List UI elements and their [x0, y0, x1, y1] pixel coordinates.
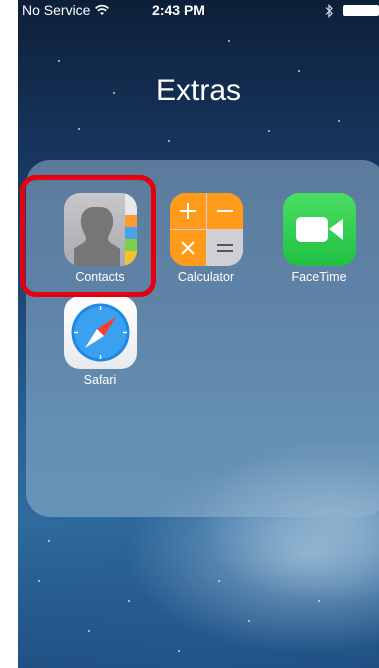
- contacts-icon: [63, 193, 137, 266]
- folder-panel: Contacts Calculator FaceTime Safari: [26, 160, 379, 517]
- app-label-safari: Safari: [83, 373, 117, 387]
- bluetooth-icon: [325, 4, 333, 18]
- clock: 2:43 PM: [152, 2, 205, 18]
- app-label-facetime: FaceTime: [291, 270, 347, 284]
- app-label-calculator: Calculator: [177, 270, 235, 284]
- folder-title[interactable]: Extras: [18, 74, 379, 108]
- app-calculator[interactable]: Calculator: [156, 193, 256, 284]
- battery-icon: [343, 5, 379, 16]
- home-screen: No Service 2:43 PM Extras Contacts Calcu…: [18, 0, 379, 668]
- safari-icon: [63, 296, 137, 369]
- app-label-contacts: Contacts: [75, 270, 125, 284]
- status-bar: No Service 2:43 PM: [18, 0, 379, 22]
- facetime-icon: [282, 193, 356, 266]
- app-facetime[interactable]: FaceTime: [269, 193, 369, 284]
- app-contacts[interactable]: Contacts: [50, 193, 150, 284]
- calculator-icon: [169, 193, 243, 266]
- app-safari[interactable]: Safari: [50, 296, 150, 387]
